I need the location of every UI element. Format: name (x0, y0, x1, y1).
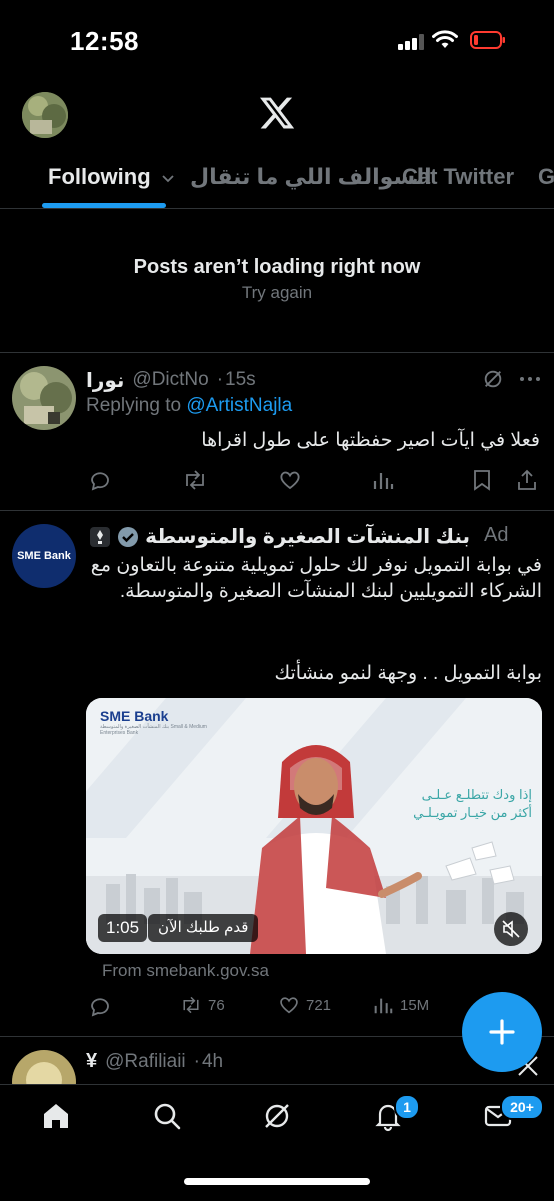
media-logo: SME Bank (100, 708, 169, 724)
tab-list-arabic[interactable]: السوالف اللي ما تنقال (190, 164, 432, 190)
media-headline: إذا ودك تتطلـع عـلـى أكثر من خيـار تمويـ… (382, 786, 532, 822)
home-indicator (184, 1178, 370, 1185)
avatar-image (12, 366, 76, 430)
author-name[interactable]: ¥ (86, 1050, 97, 1073)
header-divider (0, 208, 554, 209)
video-duration: 1:05 (98, 914, 148, 942)
bookmark-icon[interactable] (472, 468, 492, 492)
reply-icon[interactable] (88, 468, 112, 492)
reply-icon[interactable] (88, 994, 112, 1018)
search-icon[interactable] (151, 1100, 183, 1132)
wifi-icon (432, 30, 458, 48)
compose-post-button[interactable] (462, 992, 542, 1072)
avatar-image (22, 92, 68, 138)
views-icon[interactable] (372, 468, 394, 492)
replying-prefix: Replying to (86, 395, 187, 416)
chevron-down-icon (162, 175, 174, 183)
profile-avatar[interactable] (22, 92, 68, 138)
author-handle[interactable]: @DictNo (132, 369, 208, 391)
plus-icon (489, 1019, 515, 1045)
divider (0, 510, 554, 511)
tweet-time[interactable]: 4h (202, 1051, 223, 1073)
media-headline-line1: إذا ودك تتطلـع عـلـى (421, 787, 532, 802)
ad-author-avatar[interactable]: SME Bank (12, 524, 76, 588)
affiliate-badge-icon (90, 526, 111, 547)
like-icon[interactable] (278, 468, 302, 492)
grok-icon[interactable] (261, 1100, 293, 1132)
tab-following-label: Following (48, 164, 151, 189)
battery-low-icon (470, 31, 505, 49)
avatar-logo-text: SME Bank (17, 550, 71, 562)
reply-target-link[interactable]: @ArtistNajla (186, 395, 292, 416)
speaker-muted-icon (502, 920, 520, 938)
ad-text: في بوابة التمويل نوفر لك حلول تمويلية مت… (90, 555, 542, 602)
tab-more[interactable]: G (538, 164, 554, 190)
separator-dot: · (193, 1050, 200, 1072)
retweet-icon (183, 996, 199, 1014)
tweet-time[interactable]: 15s (225, 369, 256, 391)
author-handle[interactable]: @Rafiliaii (105, 1051, 186, 1073)
grok-icon[interactable] (482, 368, 504, 390)
timeline-tabs: Following السوالف اللي ما تنقال Cat Twit… (0, 150, 554, 208)
notifications-badge: 1 (394, 1094, 420, 1120)
views-icon (374, 998, 393, 1014)
like-icon (280, 997, 298, 1014)
ad-video-media[interactable]: SME Bank بنك المنشآت الصغيرة والمتوسطة S… (86, 698, 542, 954)
ad-text-secondary: بوابة التمويل . . وجهة لنمو منشأتك (274, 663, 542, 684)
cellular-signal-icon (398, 34, 424, 50)
ad-author-name[interactable]: بنك المنشآت الصغيرة والمتوسطة (145, 524, 470, 549)
tweet-header: ¥ @Rafiliaii · 4h (86, 1050, 223, 1073)
retweet-icon[interactable] (182, 468, 208, 492)
home-icon[interactable] (40, 1100, 72, 1132)
messages-badge: 20+ (500, 1094, 544, 1120)
views-action[interactable]: 15M (372, 994, 429, 1016)
views-count: 15M (400, 996, 430, 1014)
like-count: 721 (306, 996, 332, 1014)
tab-cat-twitter[interactable]: Cat Twitter (402, 164, 514, 190)
replying-to: Replying to @ArtistNajla (86, 395, 292, 417)
verified-badge-icon (118, 526, 139, 547)
mute-button[interactable] (494, 912, 528, 946)
ad-label: Ad (484, 524, 509, 546)
tweet-header: نورا @DictNo · 15s (86, 366, 256, 394)
ad-cta-button[interactable]: قدم طلبك الآن (148, 914, 259, 942)
try-again-button[interactable]: Try again (0, 283, 554, 303)
separator-dot: · (216, 369, 224, 390)
ad-source-link[interactable]: From smebank.gov.sa (102, 961, 269, 981)
tweet-author-avatar[interactable] (12, 366, 76, 430)
x-logo-icon[interactable] (258, 94, 296, 132)
retweet-count: 76 (208, 996, 225, 1014)
media-headline-line2: أكثر من خيـار تمويـلـي (413, 805, 532, 820)
retweet-action[interactable]: 76 (180, 994, 225, 1016)
author-name[interactable]: نورا (86, 368, 124, 393)
like-action[interactable]: 721 (278, 994, 331, 1016)
status-time: 12:58 (70, 26, 139, 56)
media-logo-sub: بنك المنشآت الصغيرة والمتوسطة Small & Me… (100, 724, 207, 736)
tab-following[interactable]: Following (48, 164, 175, 190)
more-options-icon[interactable] (518, 370, 542, 388)
share-icon[interactable] (516, 468, 538, 492)
ad-header: بنك المنشآت الصغيرة والمتوسطة (88, 524, 470, 549)
error-title: Posts aren’t loading right now (133, 256, 421, 278)
tweet-text: فعلا في ايآت اصير حفظتها على طول اقراها (201, 430, 540, 451)
divider (0, 352, 554, 353)
